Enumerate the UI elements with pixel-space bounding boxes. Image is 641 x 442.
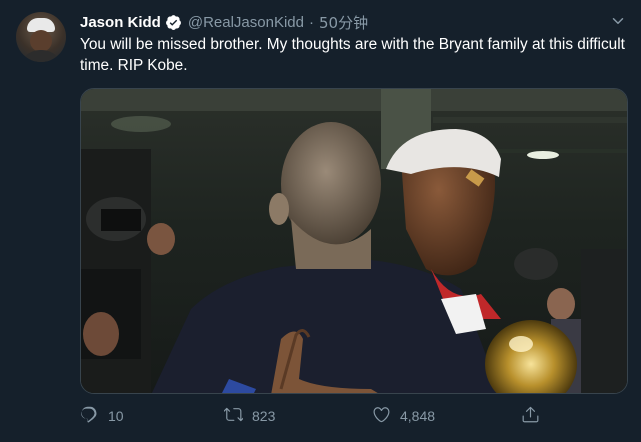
- display-name[interactable]: Jason Kidd: [80, 14, 161, 31]
- retweet-count: 823: [252, 408, 276, 424]
- avatar-face: [30, 30, 52, 52]
- reply-icon: [80, 405, 99, 427]
- retweet-icon: [223, 405, 245, 427]
- separator-dot: ·: [309, 13, 314, 31]
- tweet[interactable]: Jason Kidd @RealJasonKidd · 50分钟 You wil…: [0, 0, 641, 442]
- retweet-button[interactable]: 823: [223, 404, 276, 428]
- tweet-header: Jason Kidd @RealJasonKidd · 50分钟: [80, 11, 368, 33]
- tweet-media-photo[interactable]: [80, 88, 628, 394]
- photo-illustration: [81, 89, 627, 393]
- chevron-down-icon[interactable]: [609, 12, 627, 30]
- like-button[interactable]: 4,848: [372, 404, 435, 428]
- reply-count: 10: [108, 408, 124, 424]
- reply-button[interactable]: 10: [80, 404, 124, 428]
- tweet-text: You will be missed brother. My thoughts …: [80, 36, 625, 74]
- share-button[interactable]: [521, 404, 540, 428]
- verified-icon: [165, 14, 182, 31]
- like-count: 4,848: [400, 408, 436, 424]
- handle[interactable]: @RealJasonKidd: [188, 14, 304, 31]
- tweet-actions: 10 823 4,848: [80, 404, 628, 428]
- share-icon: [521, 405, 540, 427]
- like-icon: [372, 405, 391, 427]
- avatar-body: [20, 50, 62, 62]
- avatar[interactable]: [16, 12, 66, 62]
- timestamp[interactable]: 50分钟: [319, 12, 368, 33]
